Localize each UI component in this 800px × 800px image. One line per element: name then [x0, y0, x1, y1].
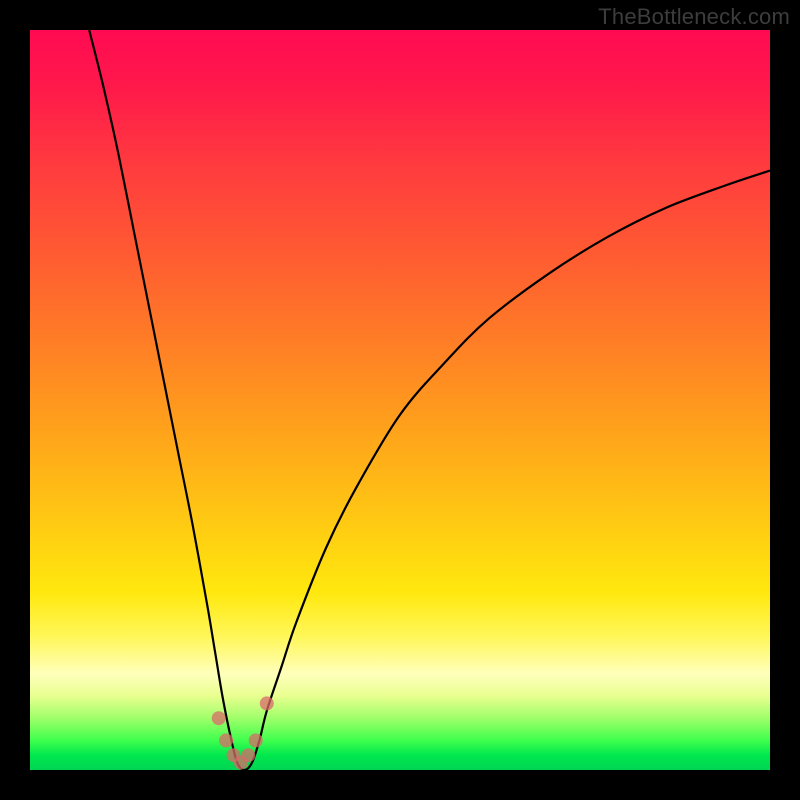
bottleneck-curve [89, 30, 770, 770]
marker-point [260, 696, 274, 710]
marker-point [249, 733, 263, 747]
curve-layer [30, 30, 770, 770]
watermark-text: TheBottleneck.com [598, 4, 790, 30]
chart-canvas: TheBottleneck.com [0, 0, 800, 800]
marker-point [212, 711, 226, 725]
marker-point [241, 748, 255, 762]
near-optimum-markers [212, 696, 274, 769]
plot-area [30, 30, 770, 770]
marker-point [219, 733, 233, 747]
